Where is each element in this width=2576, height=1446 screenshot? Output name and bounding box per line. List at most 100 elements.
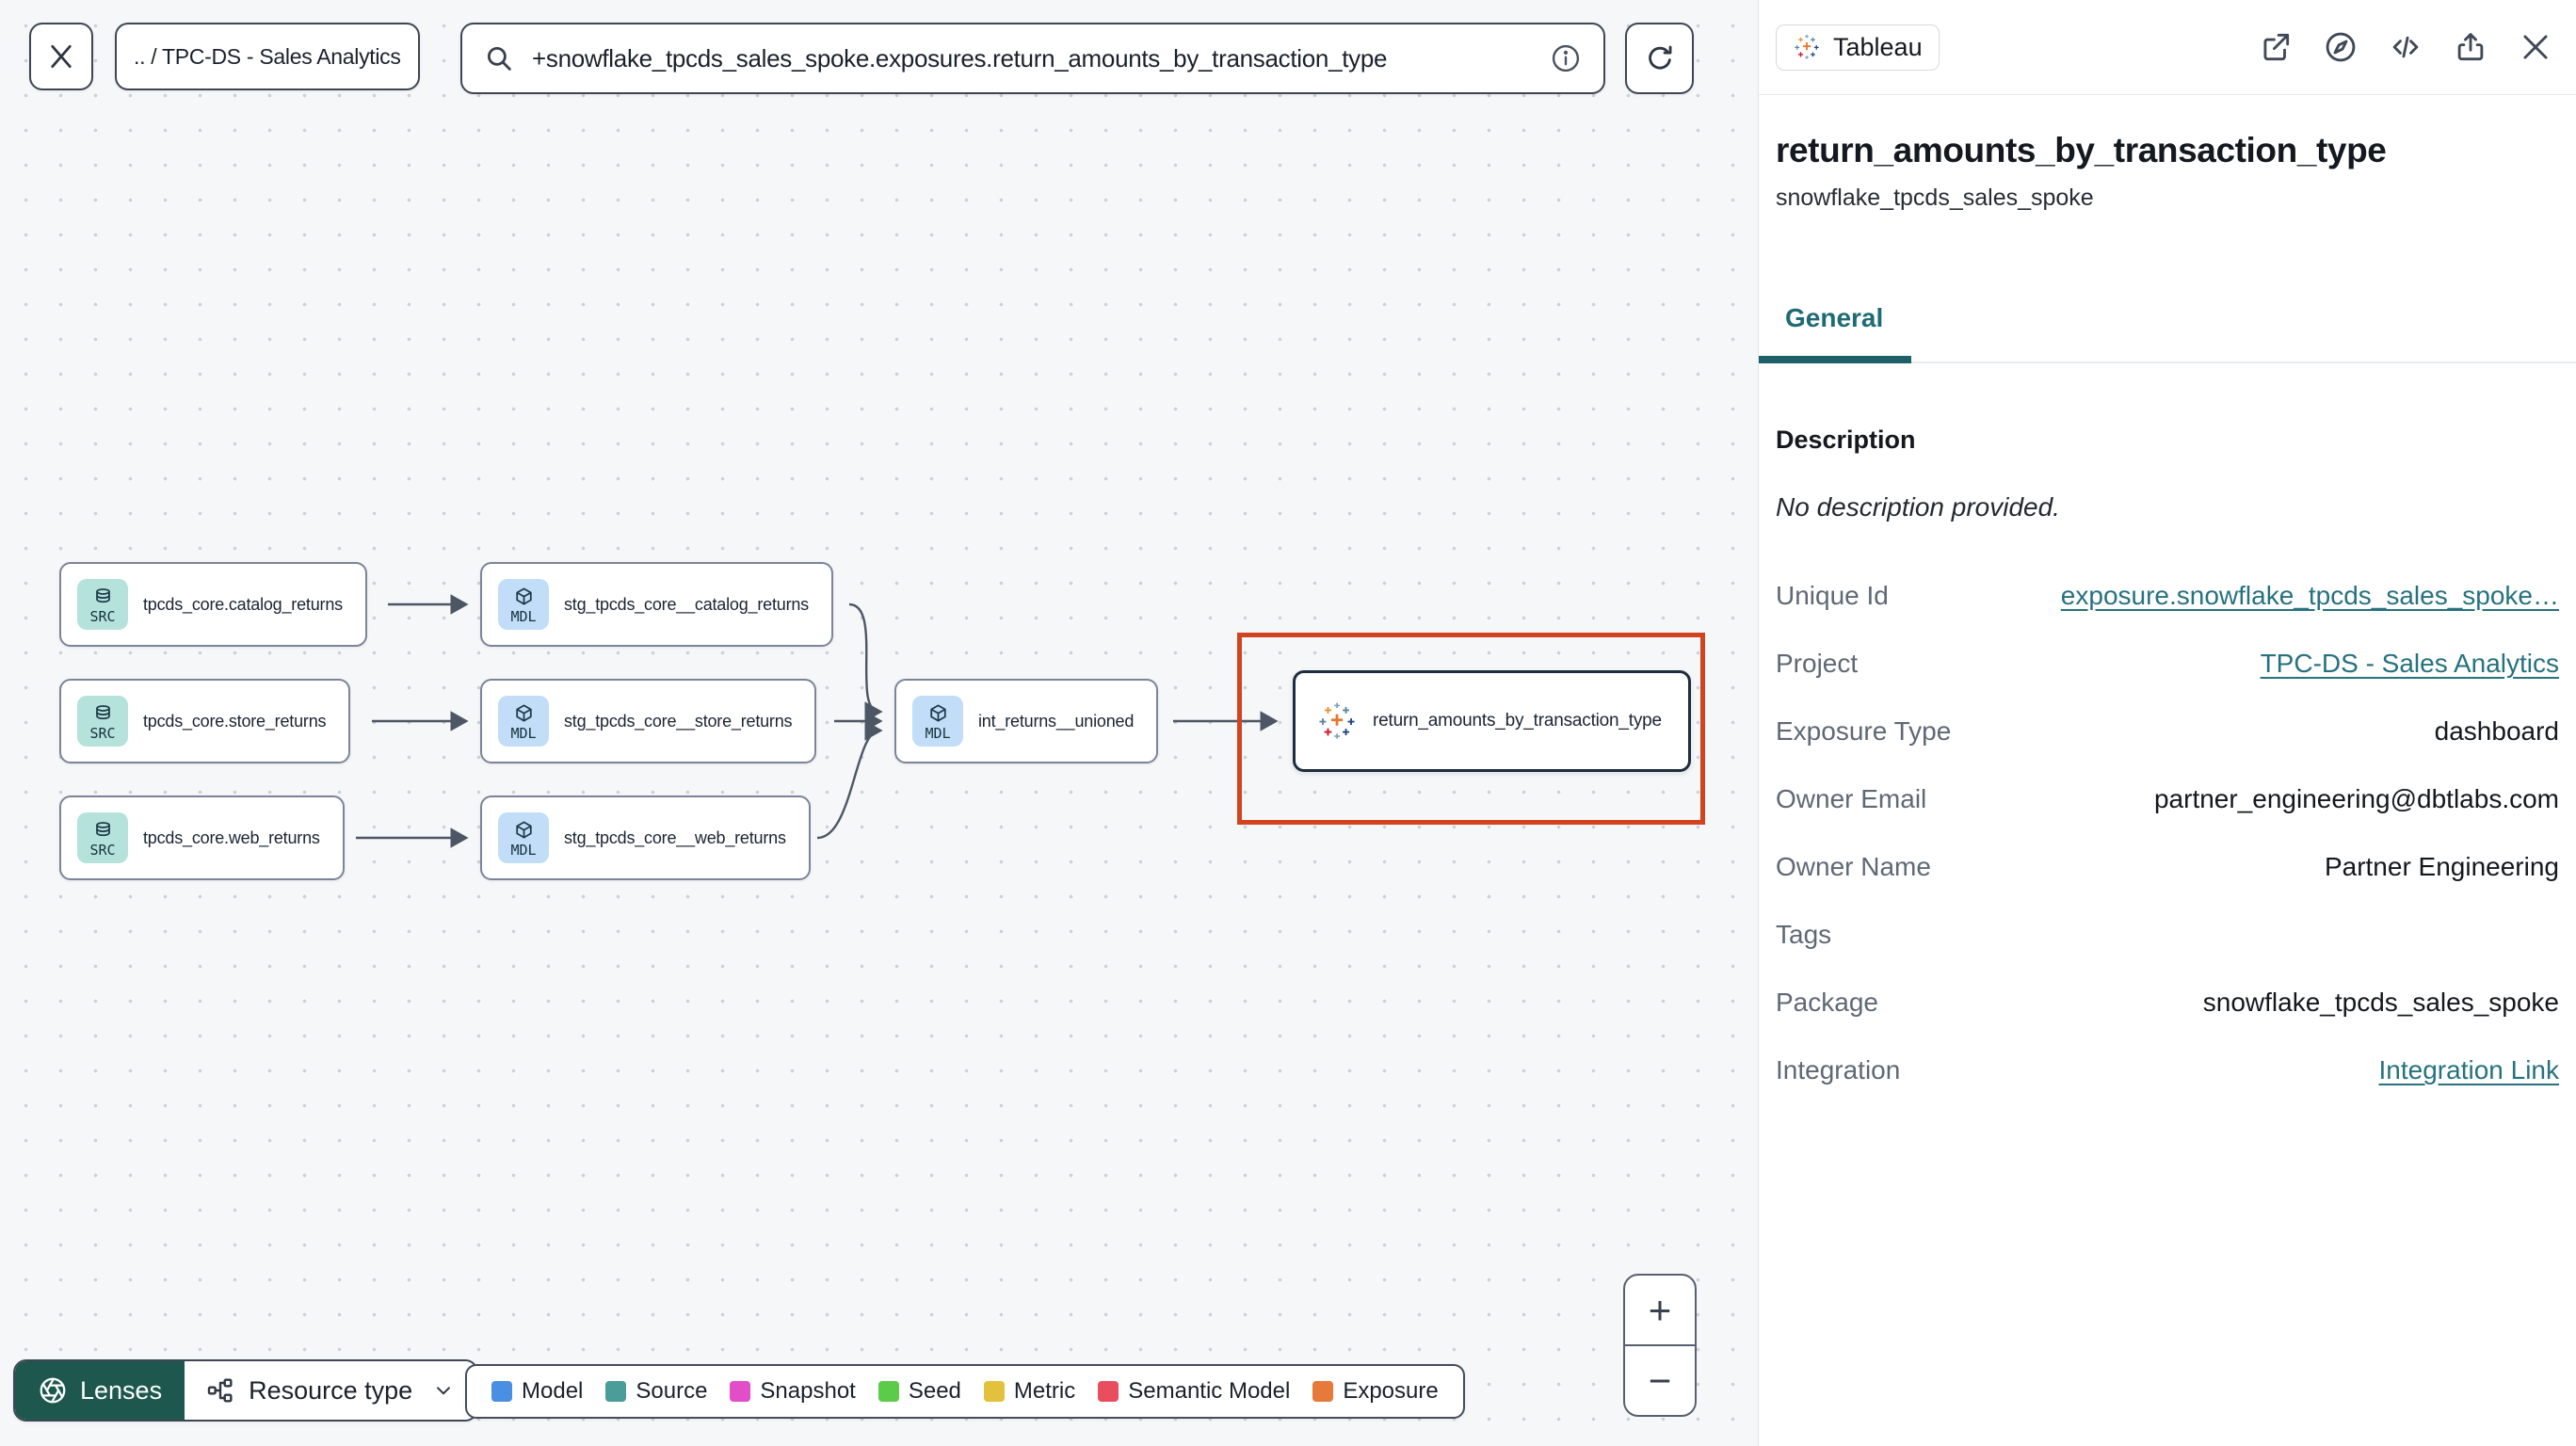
- exposure-type-value: dashboard: [2434, 716, 2559, 746]
- lineage-node-exposure-selected[interactable]: return_amounts_by_transaction_type: [1293, 670, 1691, 772]
- node-type-badge: MDL: [925, 724, 951, 742]
- close-icon: [51, 44, 72, 69]
- info-icon[interactable]: [1549, 41, 1583, 75]
- source-icon: SRC: [77, 812, 128, 863]
- unique-id-link[interactable]: exposure.snowflake_tpcds_sales_spoke…: [2061, 581, 2559, 611]
- search-icon: [487, 46, 511, 71]
- tab-general[interactable]: General: [1759, 303, 1912, 363]
- node-type-badge: MDL: [510, 841, 537, 859]
- node-label: tpcds_core.catalog_returns: [143, 594, 343, 614]
- legend-item-snapshot: Snapshot: [730, 1378, 856, 1405]
- field-row-unique-id: Unique Id exposure.snowflake_tpcds_sales…: [1776, 581, 2559, 611]
- project-link[interactable]: TPC-DS - Sales Analytics: [2261, 649, 2559, 679]
- integration-link[interactable]: Integration Link: [2379, 1055, 2559, 1085]
- lineage-node-source-web-returns[interactable]: SRC tpcds_core.web_returns: [59, 795, 345, 880]
- lineage-node-source-store-returns[interactable]: SRC tpcds_core.store_returns: [59, 679, 351, 763]
- field-row-project: Project TPC-DS - Sales Analytics: [1776, 649, 2559, 679]
- panel-header-actions: [2258, 29, 2553, 65]
- lineage-node-stg-web-returns[interactable]: MDL stg_tpcds_core__web_returns: [480, 795, 811, 880]
- detail-fields: Unique Id exposure.snowflake_tpcds_sales…: [1776, 562, 2559, 1104]
- model-color-swatch: [491, 1381, 512, 1402]
- model-icon: MDL: [498, 579, 549, 630]
- legend-item-seed: Seed: [877, 1378, 961, 1405]
- package-value: snowflake_tpcds_sales_spoke: [2202, 988, 2559, 1017]
- dbt-explorer-screen: SRC tpcds_core.catalog_returns SRC tpcds…: [0, 0, 2576, 1446]
- field-row-package: Package snowflake_tpcds_sales_spoke: [1776, 988, 2559, 1017]
- semantic-model-color-swatch: [1098, 1381, 1119, 1402]
- refresh-button[interactable]: [1625, 23, 1694, 94]
- lineage-node-stg-catalog-returns[interactable]: MDL stg_tpcds_core__catalog_returns: [480, 562, 833, 647]
- open-external-icon[interactable]: [2258, 29, 2294, 65]
- node-label: stg_tpcds_core__web_returns: [564, 827, 786, 847]
- model-icon: MDL: [498, 812, 549, 863]
- metric-color-swatch: [983, 1381, 1005, 1402]
- description-label: Description: [1776, 426, 1916, 454]
- tableau-logo-icon: [1319, 702, 1355, 739]
- legend-item-source: Source: [605, 1378, 707, 1405]
- breadcrumb[interactable]: .. / TPC-DS - Sales Analytics: [115, 23, 420, 90]
- legend-item-exposure: Exposure: [1312, 1378, 1439, 1405]
- tableau-badge-label: Tableau: [1833, 32, 1923, 61]
- close-panel-icon[interactable]: [2518, 29, 2553, 65]
- seed-color-swatch: [877, 1381, 899, 1402]
- code-icon[interactable]: [2388, 29, 2423, 65]
- node-label: stg_tpcds_core__store_returns: [564, 711, 793, 731]
- lenses-label: Lenses: [80, 1375, 163, 1405]
- breadcrumb-label: .. / TPC-DS - Sales Analytics: [134, 43, 401, 69]
- node-label: return_amounts_by_transaction_type: [1373, 711, 1662, 731]
- exposure-color-swatch: [1312, 1381, 1334, 1402]
- node-type-badge: SRC: [89, 607, 116, 625]
- resource-details-panel: Tableau return_amounts_by_transaction_ty…: [1758, 0, 2576, 1446]
- tableau-badge: Tableau: [1776, 24, 1940, 71]
- model-icon: MDL: [912, 696, 963, 747]
- field-row-exposure-type: Exposure Type dashboard: [1776, 716, 2559, 746]
- panel-header: Tableau: [1759, 0, 2576, 95]
- source-icon: SRC: [77, 696, 128, 747]
- share-icon[interactable]: [2453, 29, 2488, 65]
- legend-item-model: Model: [491, 1378, 583, 1405]
- field-row-integration: Integration Integration Link: [1776, 1055, 2559, 1085]
- zoom-in-button[interactable]: +: [1625, 1276, 1695, 1344]
- resource-type-legend: Model Source Snapshot Seed Metric Semant…: [465, 1364, 1465, 1419]
- lineage-node-stg-store-returns[interactable]: MDL stg_tpcds_core__store_returns: [480, 679, 817, 763]
- field-row-owner-email: Owner Email partner_engineering@dbtlabs.…: [1776, 784, 2559, 813]
- node-label: tpcds_core.store_returns: [143, 711, 327, 731]
- node-type-badge: MDL: [510, 607, 537, 625]
- resource-package-subtitle: snowflake_tpcds_sales_spoke: [1776, 185, 2094, 211]
- node-label: tpcds_core.web_returns: [143, 827, 320, 847]
- tableau-logo-icon: [1795, 34, 1819, 59]
- field-row-tags: Tags: [1776, 920, 1832, 949]
- node-type-badge: SRC: [89, 724, 116, 742]
- compass-explore-icon[interactable]: [2323, 29, 2359, 65]
- node-label: int_returns__unioned: [978, 711, 1135, 731]
- close-lineage-button[interactable]: [29, 23, 93, 90]
- hierarchy-icon: [207, 1378, 233, 1403]
- lenses-button[interactable]: Lenses: [15, 1361, 185, 1420]
- description-empty-text: No description provided.: [1776, 492, 2060, 522]
- search-input[interactable]: [530, 42, 1534, 74]
- resource-title: return_amounts_by_transaction_type: [1776, 131, 2387, 169]
- snapshot-color-swatch: [730, 1381, 751, 1402]
- lineage-canvas[interactable]: SRC tpcds_core.catalog_returns SRC tpcds…: [0, 0, 1758, 1446]
- field-row-owner-name: Owner Name Partner Engineering: [1776, 852, 2559, 881]
- chevron-down-icon: [437, 1387, 451, 1395]
- source-color-swatch: [605, 1381, 627, 1402]
- legend-item-semantic-model: Semantic Model: [1098, 1378, 1290, 1405]
- zoom-out-button[interactable]: −: [1625, 1344, 1695, 1415]
- node-type-badge: SRC: [89, 841, 116, 859]
- refresh-icon: [1648, 45, 1671, 70]
- source-icon: SRC: [77, 579, 128, 630]
- resource-type-dropdown[interactable]: Resource type: [185, 1361, 477, 1420]
- node-label: stg_tpcds_core__catalog_returns: [564, 594, 809, 614]
- node-type-badge: MDL: [510, 724, 537, 742]
- lenses-resource-control: Lenses Resource type: [13, 1359, 479, 1422]
- resource-type-label: Resource type: [249, 1375, 413, 1405]
- lineage-node-source-catalog-returns[interactable]: SRC tpcds_core.catalog_returns: [59, 562, 367, 647]
- model-icon: MDL: [498, 696, 549, 747]
- legend-item-metric: Metric: [983, 1378, 1075, 1405]
- zoom-controls: + −: [1623, 1274, 1697, 1417]
- aperture-icon: [40, 1377, 66, 1404]
- lineage-node-int-returns-unioned[interactable]: MDL int_returns__unioned: [894, 679, 1159, 763]
- lineage-search-bar: [460, 23, 1605, 94]
- owner-email-value: partner_engineering@dbtlabs.com: [2153, 784, 2559, 813]
